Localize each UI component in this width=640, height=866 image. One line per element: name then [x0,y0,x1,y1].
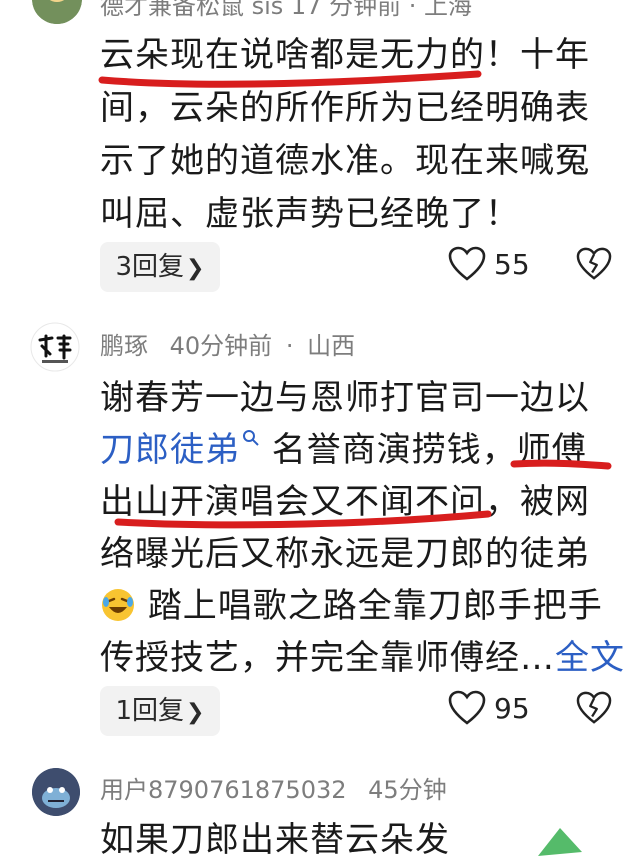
chevron-right-icon: ❯ [186,700,205,725]
decorative-green-shape [538,828,582,856]
comment-1-meta: 德才兼备松鼠 sis 17 分钟前 · 上海 [100,0,472,20]
comment-1-line-3: 示了她的道德水准。现在来喊冤 [100,141,590,181]
comment-1-like-count: 55 [494,247,530,281]
comment-3-time: 45分钟 [368,776,447,804]
comment-2-author[interactable]: 鹏琢 [100,332,148,360]
avatar-comment-1[interactable] [32,0,82,24]
comment-2-reply-button[interactable]: 1回复❯ [100,686,220,736]
topic-link[interactable]: 刀郎徒弟 [100,430,240,470]
comment-3-author[interactable]: 用户8790761875032 [100,776,347,804]
comment-2-line-6-text: 传授技艺，并完全靠师傅经… [100,638,555,678]
comment-2-location: 山西 [307,332,356,360]
meta-dot: · [285,332,294,360]
comment-1-reply-label: 3回复 [115,252,185,282]
comment-2-line-2-rest: 名誉商演捞钱，师傅 [260,430,587,470]
avatar-comment-2[interactable] [30,322,80,372]
comment-1-like-button[interactable]: 55 [448,246,530,282]
comment-1-line-1: 云朵现在说啥都是无力的！十年 [100,35,590,75]
comment-2-line-5: 踏上唱歌之路全靠刀郎手把手 [100,580,603,632]
comment-2-reply-label: 1回复 [115,696,185,726]
comment-2-line-1: 谢春芳一边与恩师打官司一边以 [100,378,590,418]
comment-2-line-4: 络曝光后又称永远是刀郎的徒弟 [100,534,590,574]
avatar-comment-3[interactable] [32,768,80,816]
heart-outline-icon [448,690,486,725]
comment-2-line-5-text: 踏上唱歌之路全靠刀郎手把手 [147,586,603,626]
comment-2-like-count: 95 [494,691,530,725]
comment-3-line-1: 如果刀郎出来替云朵发 [100,820,450,860]
comment-2-line-3: 出山开演唱会又不闻不问，被网 [100,482,590,522]
comment-2-line-2: 刀郎徒弟 名誉商演捞钱，师傅 [100,424,587,476]
search-small-icon [243,430,259,446]
comment-2-line-6: 传授技艺，并完全靠师傅经…全文 [100,632,625,684]
comment-2-dislike-button[interactable] [576,691,612,725]
heart-outline-icon [448,246,486,281]
comment-2-time: 40分钟前 [169,332,273,360]
comment-2-like-button[interactable]: 95 [448,690,530,726]
comment-1-line-2: 间，云朵的所作所为已经明确表 [100,88,590,128]
expand-full-text-link[interactable]: 全文 [555,638,625,678]
comment-3-meta: 用户8790761875032 45分钟 [100,770,447,805]
comment-1-reply-button[interactable]: 3回复❯ [100,242,220,292]
chevron-right-icon: ❯ [186,256,205,281]
comment-1-dislike-button[interactable] [576,247,612,281]
comment-1-line-4: 叫屈、虚张声势已经晚了！ [100,194,520,234]
broken-heart-icon [576,247,612,280]
broken-heart-icon [576,691,612,724]
laughing-crying-emoji [102,589,134,621]
comment-2-meta: 鹏琢 40分钟前 · 山西 [100,326,355,361]
